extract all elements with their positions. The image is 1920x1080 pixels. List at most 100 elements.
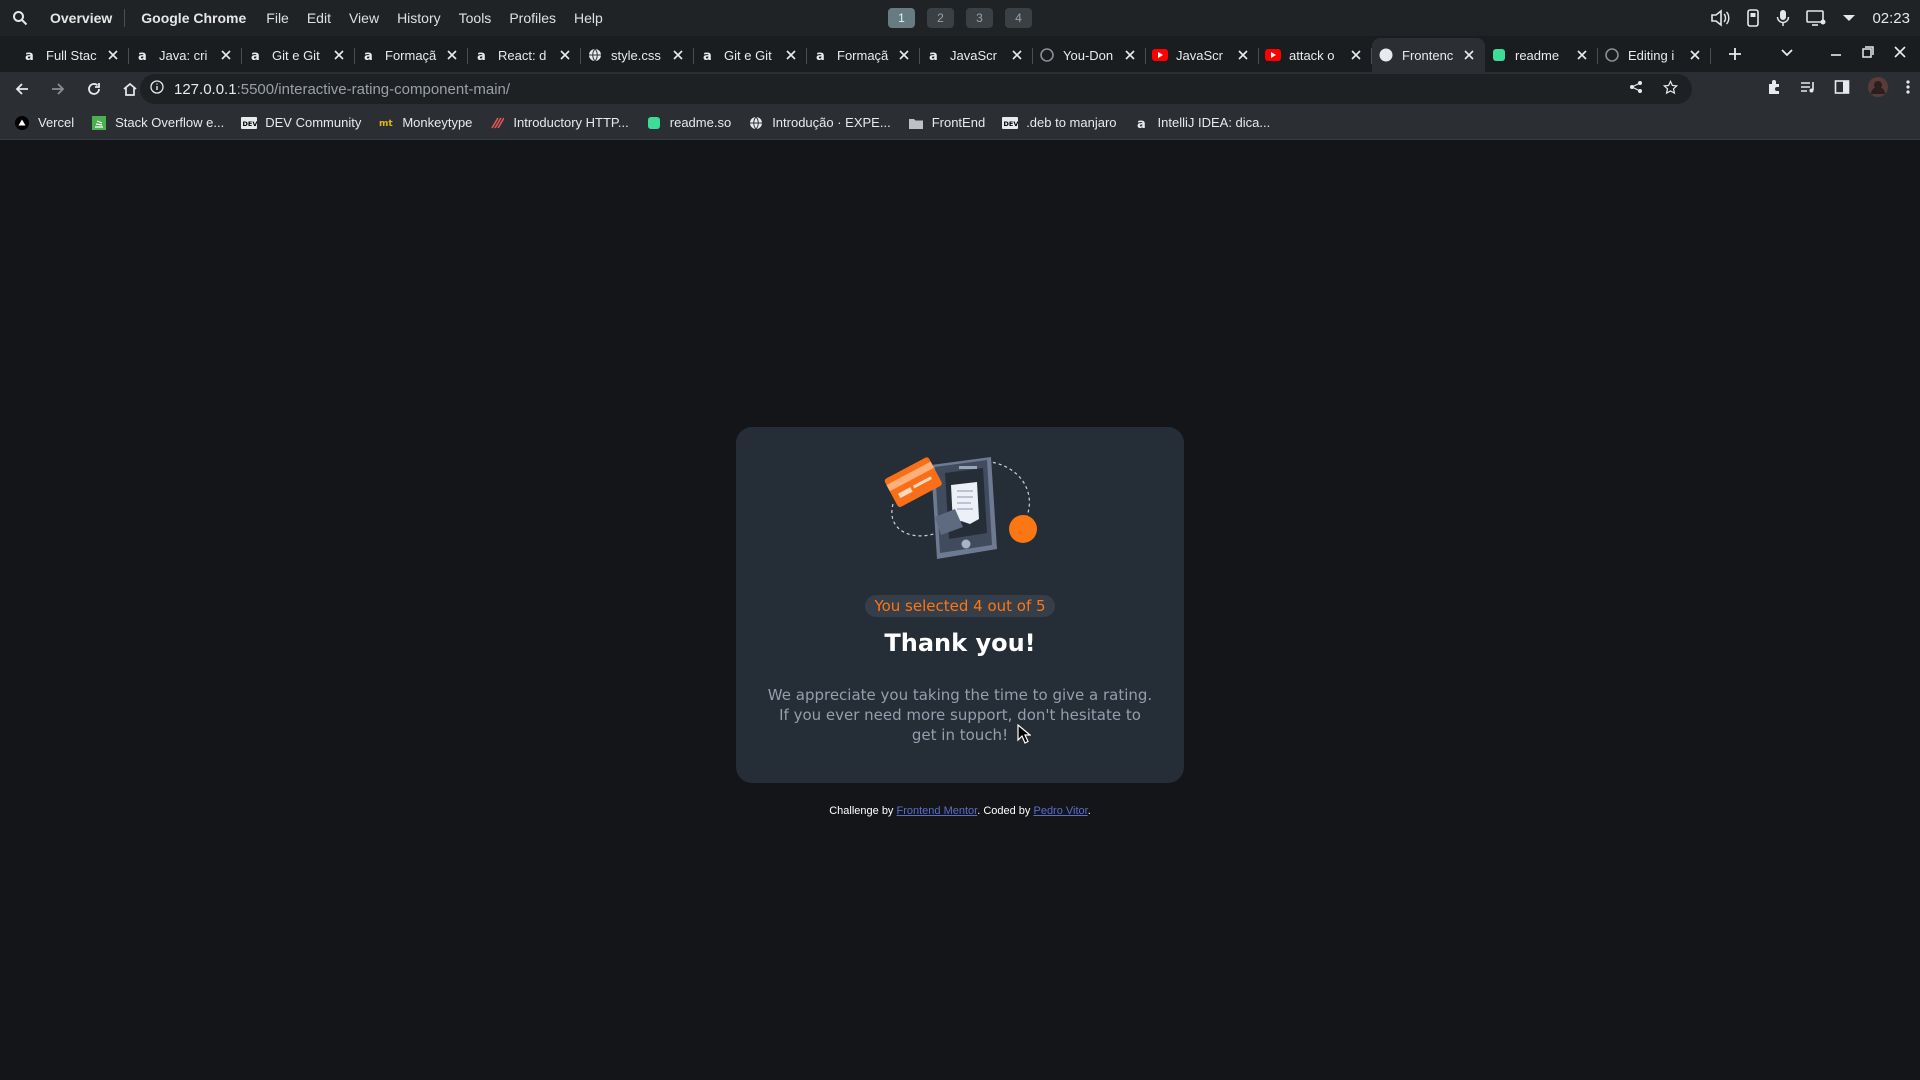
- bookmark-star-icon[interactable]: [1662, 79, 1679, 99]
- overview-button[interactable]: Overview: [50, 10, 112, 26]
- tab-11[interactable]: attack o: [1259, 38, 1372, 72]
- search-icon[interactable]: [0, 10, 40, 26]
- tab-7[interactable]: a Formaçã: [807, 38, 920, 72]
- close-tab-icon[interactable]: [670, 47, 686, 63]
- tab-title: JavaScr: [950, 47, 997, 63]
- new-tab-button[interactable]: [1721, 40, 1749, 68]
- tab-13[interactable]: readme: [1485, 38, 1598, 72]
- media-controls-icon[interactable]: [1800, 79, 1816, 100]
- app-menu[interactable]: Google Chrome: [141, 10, 246, 26]
- alura-icon: a: [361, 47, 377, 63]
- workspace-4[interactable]: 4: [1005, 8, 1032, 28]
- close-tab-icon[interactable]: [331, 47, 347, 63]
- system-menu-chevron-icon[interactable]: [1842, 13, 1856, 23]
- share-icon[interactable]: [1629, 80, 1643, 98]
- close-tab-icon[interactable]: [783, 47, 799, 63]
- close-tab-icon[interactable]: [1009, 47, 1025, 63]
- reload-button[interactable]: [78, 75, 110, 103]
- side-panel-icon[interactable]: [1834, 79, 1850, 100]
- menu-history[interactable]: History: [397, 10, 441, 26]
- tab-6[interactable]: a Git e Git: [694, 38, 807, 72]
- tab-0[interactable]: a Full Stac: [16, 38, 129, 72]
- tab-5[interactable]: style.css: [581, 38, 694, 72]
- volume-icon[interactable]: [1710, 9, 1730, 27]
- url-path: :5500/interactive-rating-component-main/: [236, 80, 511, 98]
- divider: [124, 9, 126, 27]
- svg-text:DEV: DEV: [1004, 120, 1019, 128]
- close-tab-icon[interactable]: [1235, 47, 1251, 63]
- menu-file[interactable]: File: [266, 10, 289, 26]
- url-host: 127.0.0.1: [174, 80, 237, 98]
- close-tab-icon[interactable]: [1574, 47, 1590, 63]
- tab-1[interactable]: a Java: cri: [129, 38, 242, 72]
- tab-10[interactable]: JavaScr: [1146, 38, 1259, 72]
- close-tab-icon[interactable]: [218, 47, 234, 63]
- tab-9[interactable]: You-Don: [1033, 38, 1146, 72]
- bookmark-item[interactable]: FrontEnd: [908, 115, 985, 131]
- tab-search-chevron-icon[interactable]: [1780, 45, 1794, 63]
- svg-text:a: a: [138, 49, 147, 62]
- workspace-3[interactable]: 3: [966, 8, 993, 28]
- microphone-icon[interactable]: [1776, 9, 1790, 27]
- chrome-menu-icon[interactable]: [1906, 79, 1910, 100]
- tab-title: style.css: [611, 47, 661, 63]
- site-info-icon[interactable]: [150, 80, 164, 98]
- workspace-switcher: 1 2 3 4: [888, 8, 1032, 28]
- bookmark-item[interactable]: DEV DEV Community: [241, 115, 361, 131]
- readme-icon: [646, 115, 662, 131]
- tab-2[interactable]: a Git e Git: [242, 38, 355, 72]
- workspace-1[interactable]: 1: [888, 8, 915, 28]
- tab-8[interactable]: a JavaScr: [920, 38, 1033, 72]
- bookmark-item[interactable]: Introdução · EXPE...: [748, 115, 891, 131]
- mouse-cursor: [1017, 724, 1031, 744]
- bookmark-label: FrontEnd: [931, 115, 986, 130]
- menu-edit[interactable]: Edit: [307, 10, 331, 26]
- close-window-icon[interactable]: [1894, 45, 1906, 63]
- toolbar-actions: [1766, 72, 1910, 106]
- bookmark-item[interactable]: readme.so: [646, 115, 731, 131]
- menu-help[interactable]: Help: [574, 10, 603, 26]
- bookmark-item[interactable]: DEV .deb to manjaro: [1002, 115, 1117, 131]
- bookmark-item[interactable]: mt Monkeytype: [378, 115, 472, 131]
- tab-4[interactable]: a React: d: [468, 38, 581, 72]
- back-button[interactable]: [6, 75, 38, 103]
- bookmark-item[interactable]: a IntelliJ IDEA: dica...: [1134, 115, 1271, 131]
- address-bar[interactable]: 127.0.0.1:5500/interactive-rating-compon…: [140, 74, 1692, 104]
- tab-14[interactable]: Editing i: [1598, 38, 1711, 72]
- close-tab-icon[interactable]: [1122, 47, 1138, 63]
- svg-text:a: a: [364, 49, 373, 62]
- close-tab-icon[interactable]: [444, 47, 460, 63]
- restore-icon[interactable]: [1862, 45, 1874, 63]
- screen-share-icon[interactable]: [1806, 9, 1826, 27]
- alura-icon: a: [248, 47, 264, 63]
- forward-button[interactable]: [42, 75, 74, 103]
- bookmark-item[interactable]: Introductory HTTP...: [489, 115, 629, 131]
- menu-view[interactable]: View: [349, 10, 379, 26]
- close-tab-icon[interactable]: [1461, 47, 1477, 63]
- clock[interactable]: 02:23: [1872, 10, 1910, 27]
- tab-12[interactable]: Frontenc: [1372, 38, 1485, 72]
- menu-tools[interactable]: Tools: [459, 10, 492, 26]
- globe-icon: [587, 47, 603, 63]
- close-tab-icon[interactable]: [557, 47, 573, 63]
- tab-3[interactable]: a Formaçã: [355, 38, 468, 72]
- bookmark-item[interactable]: Vercel: [14, 115, 74, 131]
- close-tab-icon[interactable]: [896, 47, 912, 63]
- author-link[interactable]: Pedro Vitor: [1033, 805, 1087, 817]
- extensions-icon[interactable]: [1766, 79, 1782, 100]
- alura-icon: a: [474, 47, 490, 63]
- folder-icon: [908, 115, 924, 131]
- close-tab-icon[interactable]: [105, 47, 121, 63]
- profile-avatar[interactable]: [1868, 76, 1888, 102]
- thank-you-message: We appreciate you taking the time to giv…: [767, 686, 1153, 744]
- frontend-mentor-link[interactable]: Frontend Mentor: [897, 805, 978, 817]
- close-tab-icon[interactable]: [1687, 47, 1703, 63]
- tab-title: Java: cri: [159, 47, 208, 63]
- attribution-prefix: Challenge by: [829, 805, 897, 817]
- bookmark-item[interactable]: Stack Overflow e...: [91, 115, 224, 131]
- usb-device-icon[interactable]: [1746, 9, 1760, 27]
- close-tab-icon[interactable]: [1348, 47, 1364, 63]
- workspace-2[interactable]: 2: [927, 8, 954, 28]
- minimize-icon[interactable]: [1830, 45, 1842, 63]
- menu-profiles[interactable]: Profiles: [509, 10, 556, 26]
